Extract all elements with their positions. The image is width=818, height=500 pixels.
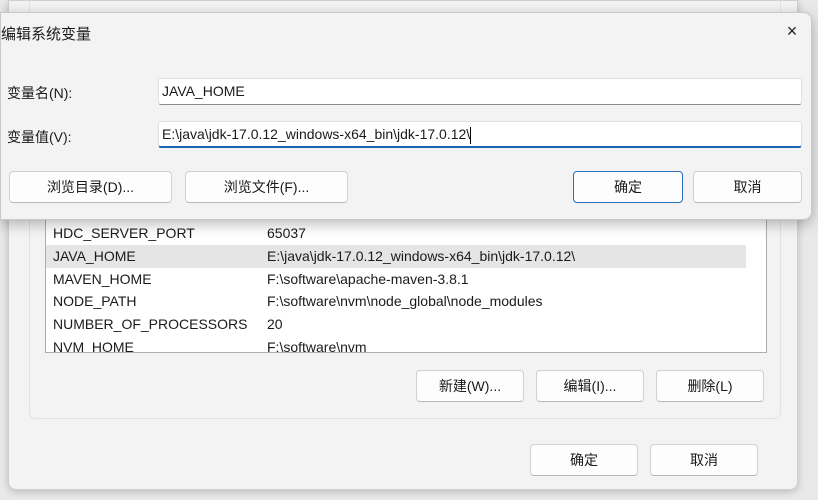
table-row[interactable]: HDC_SERVER_PORT 65037	[46, 222, 746, 245]
table-row[interactable]: NODE_PATH F:\software\nvm\node_global\nod…	[46, 290, 746, 313]
variable-name-input[interactable]: JAVA_HOME	[158, 78, 802, 105]
ok-button[interactable]: 确定	[530, 444, 638, 476]
new-variable-button[interactable]: 新建(W)...	[416, 370, 524, 402]
cancel-button[interactable]: 取消	[650, 444, 758, 476]
table-row-selected[interactable]: JAVA_HOME E:\java\jdk-17.0.12_windows-x64…	[46, 245, 746, 268]
variable-value-input[interactable]: E:\java\jdk-17.0.12_windows-x64_bin\jdk-…	[158, 121, 802, 148]
edit-system-variable-dialog: 编辑系统变量 × 变量名(N): JAVA_HOME 变量值(V): E:\ja…	[0, 12, 812, 220]
ok-button[interactable]: 确定	[573, 171, 683, 203]
delete-variable-button[interactable]: 删除(L)	[656, 370, 764, 402]
table-row[interactable]: MAVEN_HOME F:\software\apache-maven-3.8.1	[46, 268, 746, 291]
variable-name-label: 变量名(N):	[7, 85, 73, 101]
table-row[interactable]: NUMBER_OF_PROCESSORS 20	[46, 313, 746, 336]
edit-variable-button[interactable]: 编辑(I)...	[536, 370, 644, 402]
variable-value-label: 变量值(V):	[7, 129, 72, 145]
system-variables-list[interactable]: HDC_SERVER_PORT 65037 JAVA_HOME E:\java\jd…	[45, 201, 767, 353]
browse-directory-button[interactable]: 浏览目录(D)...	[9, 171, 172, 203]
dialog-title: 编辑系统变量	[1, 26, 92, 43]
table-row[interactable]: NVM_HOME F:\software\nvm	[46, 336, 746, 352]
cancel-button[interactable]: 取消	[693, 171, 802, 203]
text-caret	[470, 126, 472, 144]
browse-file-button[interactable]: 浏览文件(F)...	[185, 171, 348, 203]
close-icon[interactable]: ×	[779, 19, 805, 43]
